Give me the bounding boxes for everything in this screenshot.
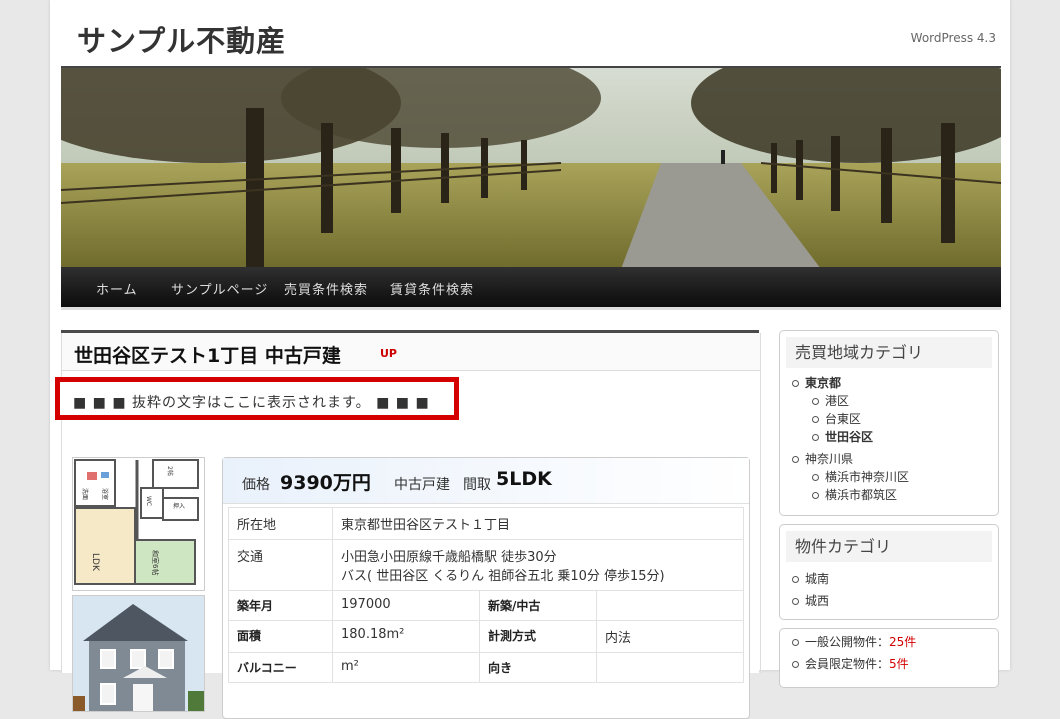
- floor-plan-image[interactable]: LDK 和室6帖 洗面 浴室 WC 押入 2帖: [72, 457, 205, 591]
- access-line-train: 小田急小田原線千歳船橋駅 徒歩30分: [341, 550, 557, 565]
- spec-key: 交通: [228, 539, 333, 591]
- table-row: 所在地 東京都世田谷区テスト１丁目: [228, 507, 744, 540]
- table-row: 交通 小田急小田原線千歳船橋駅 徒歩30分 バス( 世田谷区 くるりん 祖師谷五…: [228, 539, 744, 591]
- layout-label: 間取: [463, 477, 491, 493]
- post-title-bar: 世田谷区テスト1丁目 中古戸建 UP: [61, 333, 761, 371]
- nav-item-home[interactable]: ホーム: [96, 279, 138, 298]
- access-line-bus: バス( 世田谷区 くるりん 祖師谷五北 乗10分 停歩15分): [341, 569, 665, 584]
- count-value: 25件: [889, 635, 917, 649]
- spec-value: 東京都世田谷区テスト１丁目: [332, 507, 744, 540]
- layout-value: 5LDK: [496, 468, 552, 490]
- count-label: 一般公開物件：: [805, 635, 890, 649]
- nav-item-rent-search[interactable]: 賃貸条件検索: [390, 279, 474, 298]
- spec-value: 180.18m²: [332, 620, 480, 653]
- header-image: [61, 66, 1001, 269]
- count-value: 5件: [889, 657, 909, 671]
- excerpt-text: ■ ■ ■ 抜粋の文字はここに表示されます。 ■ ■ ■: [73, 395, 430, 411]
- page-container: サンプル不動産 WordPress 4.3 ホーム サンプルページ 売買条件検索…: [50, 0, 1010, 719]
- spec-key: 向き: [479, 652, 597, 683]
- property-category-list: 城南 城西: [780, 570, 998, 610]
- spec-key: 所在地: [228, 507, 333, 540]
- area-category-widget: 売買地域カテゴリ 東京都 港区 台東区 世田谷区 神奈川県 横浜市神奈川区 横浜…: [779, 330, 999, 516]
- property-post: 世田谷区テスト1丁目 中古戸建 UP ■ ■ ■ 抜粋の文字はここに表示されます…: [55, 330, 761, 719]
- spec-value: m²: [332, 652, 480, 683]
- nav-divider: [61, 307, 1001, 310]
- list-item[interactable]: 港区: [780, 392, 998, 410]
- list-item: 会員限定物件：5件: [780, 655, 998, 673]
- area-category-list: 東京都 港区 台東区 世田谷区 神奈川県 横浜市神奈川区 横浜市都筑区: [780, 374, 998, 504]
- up-badge: UP: [380, 347, 397, 360]
- spec-key: バルコニー: [228, 652, 333, 683]
- floor-plan-label-bath: 浴室: [101, 488, 109, 500]
- house-photo[interactable]: [72, 595, 205, 712]
- spec-key: 新築/中古: [479, 590, 597, 621]
- property-category-widget: 物件カテゴリ 城南 城西: [779, 524, 999, 620]
- floor-plan-label-washroom: 洗面: [81, 488, 89, 500]
- count-label: 会員限定物件：: [805, 657, 890, 671]
- spec-value: 小田急小田原線千歳船橋駅 徒歩30分 バス( 世田谷区 くるりん 祖師谷五北 乗…: [332, 539, 744, 591]
- list-item: 一般公開物件：25件: [780, 633, 998, 651]
- spec-key: 築年月: [228, 590, 333, 621]
- spec-key: 面積: [228, 620, 333, 653]
- list-item[interactable]: 東京都: [780, 374, 998, 392]
- main-navigation: ホーム サンプルページ 売買条件検索 賃貸条件検索: [61, 267, 1001, 308]
- property-type: 中古戸建: [394, 477, 450, 493]
- table-row: 築年月 197000 新築/中古: [228, 590, 744, 621]
- list-item[interactable]: 城南: [780, 570, 998, 588]
- spec-value: 内法: [596, 620, 744, 653]
- list-item[interactable]: 台東区: [780, 410, 998, 428]
- property-spec-card: 価格 9390万円 中古戸建 間取 5LDK 所在地 東京都世田谷区テスト１丁目…: [222, 457, 750, 719]
- table-row: 面積 180.18m² 計測方式 内法: [228, 620, 744, 653]
- spec-value: [596, 652, 744, 683]
- site-description: WordPress 4.3: [910, 31, 996, 45]
- post-body: ■ ■ ■ 抜粋の文字はここに表示されます。 ■ ■ ■ LDK 和室6帖 洗面…: [55, 370, 761, 719]
- price-label: 価格: [242, 477, 270, 493]
- floor-plan-label-washitsu: 和室6帖: [151, 550, 160, 575]
- nav-item-sample-page[interactable]: サンプルページ: [171, 279, 268, 298]
- excerpt-box: ■ ■ ■ 抜粋の文字はここに表示されます。 ■ ■ ■: [55, 377, 459, 420]
- property-count-list: 一般公開物件：25件 会員限定物件：5件: [780, 633, 998, 673]
- widget-title: 物件カテゴリ: [786, 531, 992, 562]
- list-item[interactable]: 神奈川県: [780, 450, 998, 468]
- spec-value: 197000: [332, 590, 480, 621]
- floor-plan-label-ldk: LDK: [90, 553, 100, 572]
- widget-title: 売買地域カテゴリ: [786, 337, 992, 368]
- list-item[interactable]: 世田谷区: [780, 428, 998, 446]
- table-row: バルコニー m² 向き: [228, 652, 744, 683]
- site-title[interactable]: サンプル不動産: [77, 18, 286, 60]
- list-item[interactable]: 横浜市都筑区: [780, 486, 998, 504]
- spec-key: 計測方式: [479, 620, 597, 653]
- list-item[interactable]: 城西: [780, 592, 998, 610]
- floor-plan-label-2jo: 2帖: [166, 466, 174, 476]
- floor-plan-label-closet: 押入: [173, 502, 185, 510]
- price-value: 9390万円: [280, 472, 371, 494]
- list-item[interactable]: 横浜市神奈川区: [780, 468, 998, 486]
- nav-item-sale-search[interactable]: 売買条件検索: [284, 279, 368, 298]
- price-row: 価格 9390万円 中古戸建 間取 5LDK: [223, 458, 749, 504]
- floor-plan-label-wc: WC: [145, 496, 152, 506]
- spec-value: [596, 590, 744, 621]
- property-count-widget: 一般公開物件：25件 会員限定物件：5件: [779, 628, 999, 688]
- spec-table: 所在地 東京都世田谷区テスト１丁目 交通 小田急小田原線千歳船橋駅 徒歩30分 …: [228, 507, 744, 683]
- post-title[interactable]: 世田谷区テスト1丁目 中古戸建: [74, 341, 341, 368]
